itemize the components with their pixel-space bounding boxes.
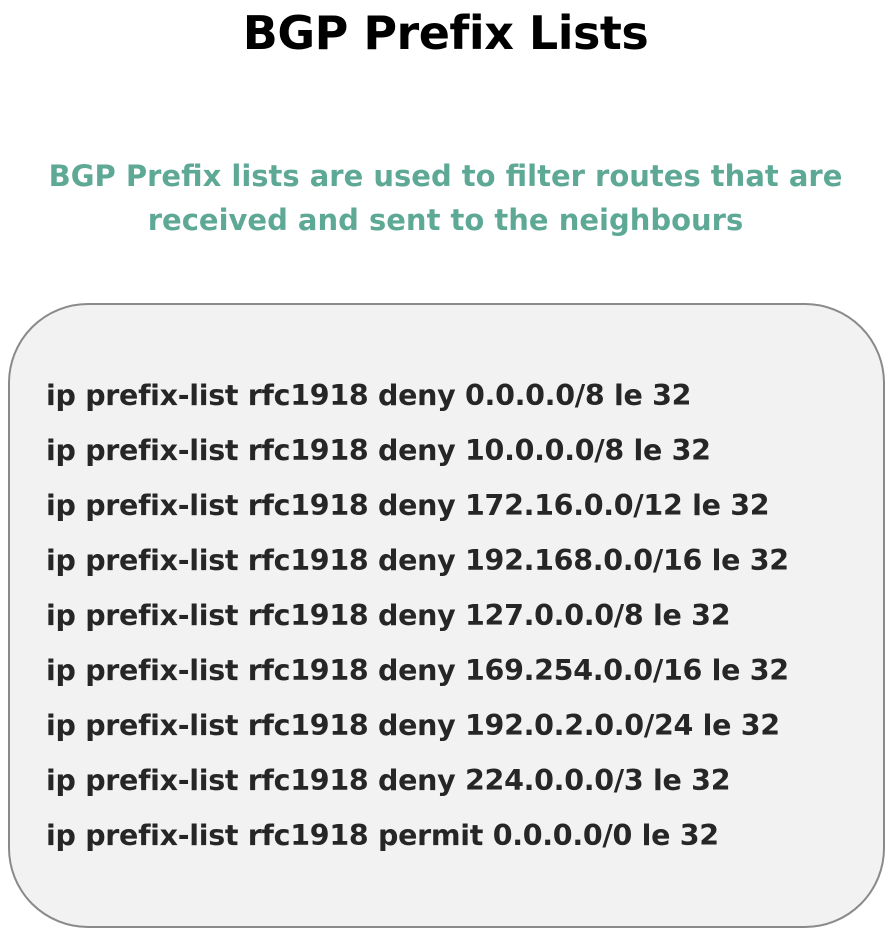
config-line: ip prefix-list rfc1918 deny 0.0.0.0/8 le… — [46, 379, 692, 412]
slide-title: BGP Prefix Lists — [242, 6, 649, 60]
config-line: ip prefix-list rfc1918 deny 224.0.0.0/3 … — [46, 764, 731, 797]
config-lines: ip prefix-list rfc1918 deny 0.0.0.0/8 le… — [46, 368, 789, 863]
config-line: ip prefix-list rfc1918 permit 0.0.0.0/0 … — [46, 819, 719, 852]
config-line: ip prefix-list rfc1918 deny 192.0.2.0.0/… — [46, 709, 780, 742]
config-line: ip prefix-list rfc1918 deny 10.0.0.0/8 l… — [46, 434, 711, 467]
config-line: ip prefix-list rfc1918 deny 127.0.0.0/8 … — [46, 599, 731, 632]
subtitle-line: BGP Prefix lists are used to filter rout… — [48, 159, 843, 193]
slide-subtitle: BGP Prefix lists are used to filter rout… — [0, 154, 891, 242]
config-line: ip prefix-list rfc1918 deny 172.16.0.0/1… — [46, 489, 770, 522]
subtitle-line: received and sent to the neighbours — [147, 203, 744, 237]
config-line: ip prefix-list rfc1918 deny 169.254.0.0/… — [46, 654, 789, 687]
config-line: ip prefix-list rfc1918 deny 192.168.0.0/… — [46, 544, 789, 577]
